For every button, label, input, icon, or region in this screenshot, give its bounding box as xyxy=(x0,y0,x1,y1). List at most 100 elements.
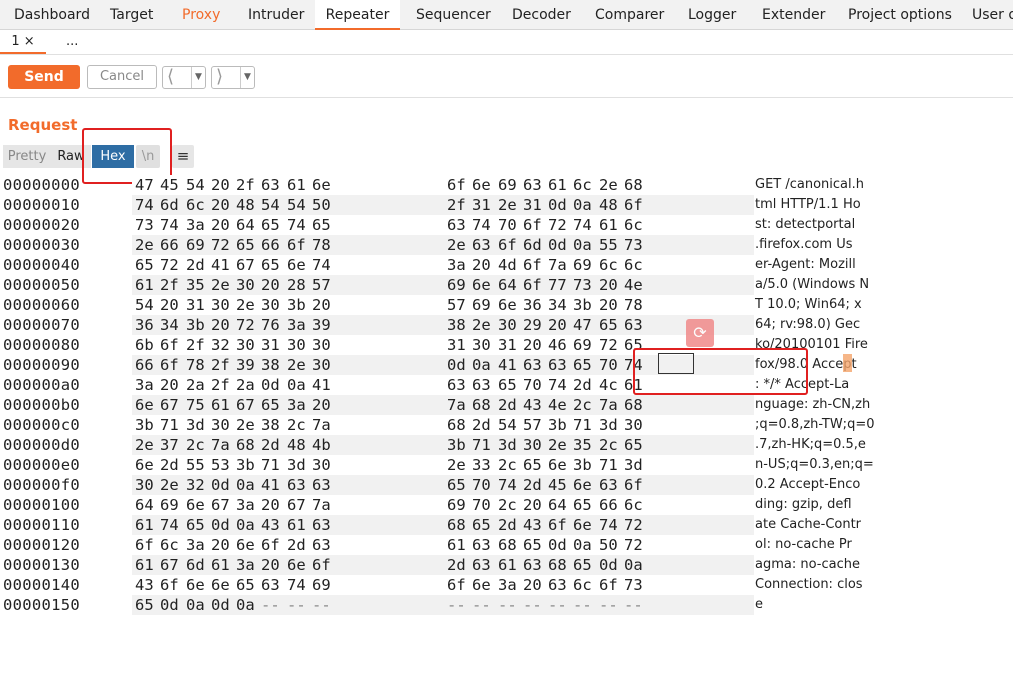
hex-byte[interactable]: 6f xyxy=(261,535,285,555)
hex-byte[interactable]: 6f xyxy=(447,575,471,595)
hex-byte[interactable]: 33 xyxy=(472,455,496,475)
hex-byte[interactable]: 65 xyxy=(261,395,285,415)
hex-byte[interactable]: 3a xyxy=(236,495,260,515)
hex-byte[interactable]: 36 xyxy=(135,315,159,335)
hex-byte[interactable]: 61 xyxy=(447,535,471,555)
hex-byte[interactable]: 32 xyxy=(211,335,235,355)
hex-byte[interactable]: 69 xyxy=(498,175,522,195)
hex-byte[interactable]: 50 xyxy=(312,195,336,215)
hex-byte[interactable]: 38 xyxy=(261,415,285,435)
hex-byte[interactable]: 6e xyxy=(236,535,260,555)
hex-row[interactable]: 000000d0 2e 37 2c 7a 68 2d 48 4b 3b 71 3d 30 2e 35 2c 65… xyxy=(0,435,1013,455)
hex-byte[interactable]: 39 xyxy=(236,355,260,375)
hex-byte[interactable]: 3a xyxy=(186,215,210,235)
hex-byte[interactable]: 3a xyxy=(447,255,471,275)
hex-byte[interactable]: 74 xyxy=(548,375,572,395)
hex-byte[interactable]: 37 xyxy=(160,435,184,455)
hex-byte[interactable]: -- xyxy=(573,595,597,615)
hex-byte[interactable]: 65 xyxy=(573,555,597,575)
hex-byte[interactable]: 2e xyxy=(447,235,471,255)
hex-byte[interactable]: 75 xyxy=(186,395,210,415)
back-button[interactable]: ⟨ ▼ xyxy=(162,66,206,89)
hex-byte[interactable]: 50 xyxy=(599,535,623,555)
hex-byte[interactable]: 6e xyxy=(573,475,597,495)
hex-byte[interactable]: 30 xyxy=(498,315,522,335)
tab-sequencer[interactable]: Sequencer xyxy=(416,0,491,29)
hex-byte[interactable]: 69 xyxy=(573,255,597,275)
hex-byte[interactable]: 69 xyxy=(160,495,184,515)
hex-byte[interactable]: 7a xyxy=(447,395,471,415)
hex-row[interactable]: 00000020 73 74 3a 20 64 65 74 65 63 74 70 6f 72 74 61 6c… xyxy=(0,215,1013,235)
hex-byte[interactable]: 20 xyxy=(599,295,623,315)
hex-byte[interactable]: 61 xyxy=(548,175,572,195)
hex-byte[interactable]: 2d xyxy=(287,535,311,555)
hex-byte[interactable]: 0d xyxy=(160,595,184,615)
hex-byte[interactable]: -- xyxy=(261,595,285,615)
hex-byte[interactable]: 67 xyxy=(236,395,260,415)
hex-byte[interactable]: 2c xyxy=(599,435,623,455)
hex-byte[interactable]: 3d xyxy=(498,435,522,455)
hex-byte[interactable]: 20 xyxy=(472,255,496,275)
hex-byte[interactable]: 20 xyxy=(523,495,547,515)
tab-dashboard[interactable]: Dashboard xyxy=(14,0,90,29)
hex-byte[interactable]: 20 xyxy=(211,315,235,335)
hex-byte[interactable]: 7a xyxy=(211,435,235,455)
hex-byte[interactable]: 65 xyxy=(498,375,522,395)
hex-byte[interactable]: 6c xyxy=(624,255,648,275)
hex-byte[interactable]: 71 xyxy=(599,455,623,475)
hex-ascii[interactable]: 64; rv:98.0) Gec xyxy=(755,315,860,335)
hex-row[interactable]: 00000130 61 67 6d 61 3a 20 6e 6f 2d 63 61 63 68 65 0d 0a… xyxy=(0,555,1013,575)
hex-byte[interactable]: 61 xyxy=(211,555,235,575)
hex-byte[interactable]: 45 xyxy=(160,175,184,195)
cancel-button[interactable]: Cancel xyxy=(87,65,157,89)
hex-byte[interactable]: 20 xyxy=(548,315,572,335)
hex-byte[interactable]: 61 xyxy=(211,395,235,415)
hex-row[interactable]: 00000060 54 20 31 30 2e 30 3b 20 57 69 6e 36 34 3b 20 78… xyxy=(0,295,1013,315)
hex-ascii[interactable]: .firefox.com Us xyxy=(755,235,853,255)
hex-byte[interactable]: 74 xyxy=(599,515,623,535)
hex-byte[interactable]: 64 xyxy=(236,215,260,235)
hex-byte[interactable]: 65 xyxy=(236,575,260,595)
tab-comparer[interactable]: Comparer xyxy=(595,0,664,29)
hex-byte[interactable]: 63 xyxy=(312,475,336,495)
hex-byte[interactable]: 2e xyxy=(287,355,311,375)
hex-byte[interactable]: 73 xyxy=(624,575,648,595)
hex-byte[interactable]: 74 xyxy=(135,195,159,215)
hex-byte[interactable]: 65 xyxy=(312,215,336,235)
hex-byte[interactable]: 6f xyxy=(498,235,522,255)
hex-byte[interactable]: 0a xyxy=(236,475,260,495)
hex-byte[interactable]: 69 xyxy=(186,235,210,255)
hex-row[interactable]: 000000f0 30 2e 32 0d 0a 41 63 63 65 70 74 2d 45 6e 63 6f… xyxy=(0,475,1013,495)
hex-row[interactable]: 00000120 6f 6c 3a 20 6e 6f 2d 63 61 63 68 65 0d 0a 50 72… xyxy=(0,535,1013,555)
hex-byte[interactable]: 2e xyxy=(548,435,572,455)
hex-byte[interactable]: 0d xyxy=(261,375,285,395)
hex-byte[interactable]: 6e xyxy=(472,575,496,595)
hex-ascii[interactable]: n-US;q=0.3,en;q= xyxy=(755,455,874,475)
hex-byte[interactable]: 6c xyxy=(186,195,210,215)
hex-byte[interactable]: 2f xyxy=(160,275,184,295)
hex-byte[interactable]: 2e xyxy=(236,415,260,435)
pretty-button[interactable]: Pretty xyxy=(3,145,51,168)
hex-ascii[interactable]: tml HTTP/1.1 Ho xyxy=(755,195,861,215)
hex-byte[interactable]: 68 xyxy=(472,395,496,415)
hex-byte[interactable]: 61 xyxy=(599,215,623,235)
hex-byte[interactable]: 67 xyxy=(287,495,311,515)
hex-byte[interactable]: 41 xyxy=(312,375,336,395)
hex-byte[interactable]: 68 xyxy=(498,535,522,555)
hex-byte[interactable]: 20 xyxy=(261,555,285,575)
hex-byte[interactable]: 45 xyxy=(548,475,572,495)
hex-byte[interactable]: -- xyxy=(472,595,496,615)
hex-byte[interactable]: 61 xyxy=(498,555,522,575)
hex-byte[interactable]: -- xyxy=(599,595,623,615)
hex-byte[interactable]: 2d xyxy=(447,555,471,575)
hex-byte[interactable]: 30 xyxy=(312,335,336,355)
hex-byte[interactable]: 20 xyxy=(211,195,235,215)
hex-byte[interactable]: 71 xyxy=(261,455,285,475)
hex-row[interactable]: 000000e0 6e 2d 55 53 3b 71 3d 30 2e 33 2c 65 6e 3b 71 3d… xyxy=(0,455,1013,475)
hex-byte[interactable]: 6f xyxy=(312,555,336,575)
hex-ascii[interactable]: ;q=0.8,zh-TW;q=0 xyxy=(755,415,874,435)
hex-byte[interactable]: 6c xyxy=(573,175,597,195)
hex-byte[interactable]: -- xyxy=(312,595,336,615)
hex-byte[interactable]: 6d xyxy=(523,235,547,255)
refresh-overlay-icon[interactable]: ⟳ xyxy=(686,319,714,347)
